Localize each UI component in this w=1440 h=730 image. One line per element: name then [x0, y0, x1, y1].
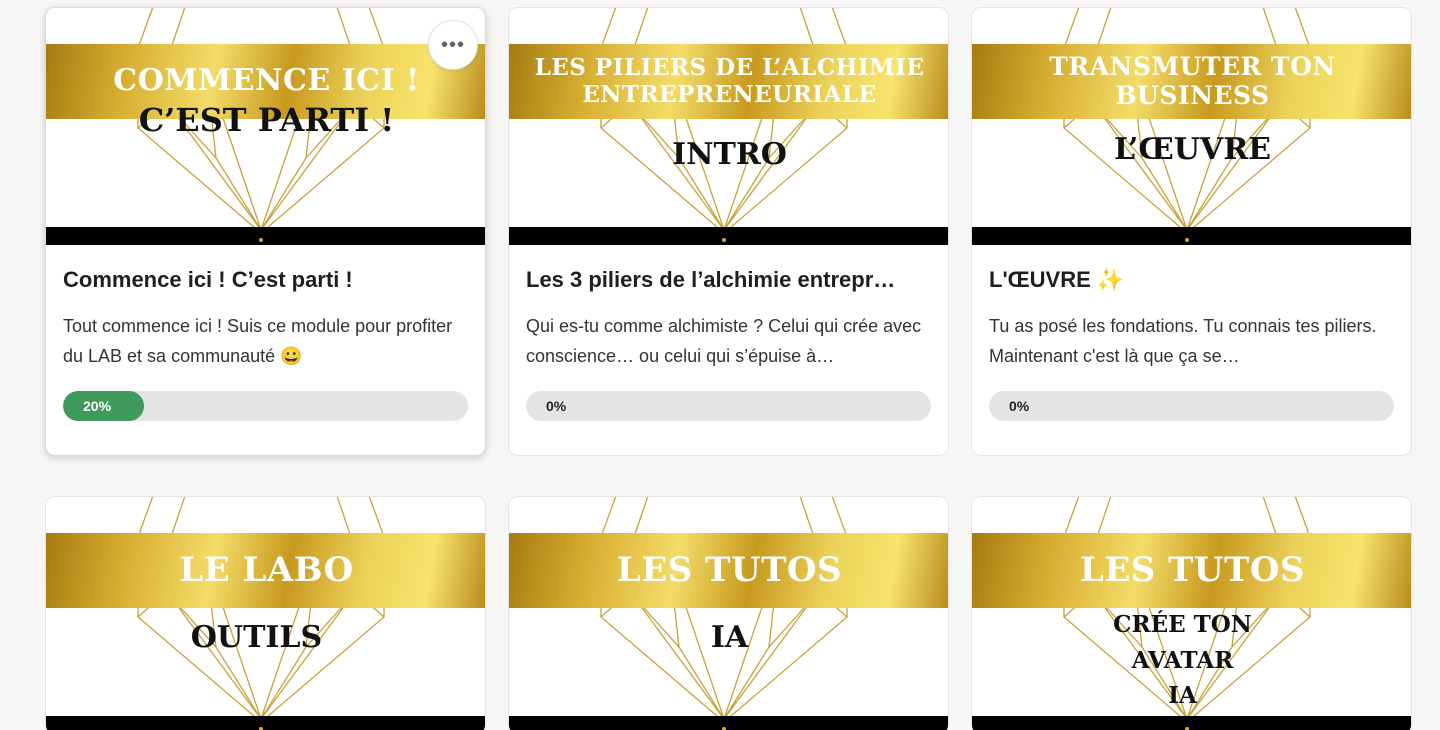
banner-text: LES TUTOS: [1079, 549, 1306, 590]
subtitle-text: INTRO: [672, 137, 787, 172]
progress-bar: 0%: [526, 391, 931, 421]
course-description: Tout commence ici ! Suis ce module pour …: [63, 316, 453, 366]
banner-text: COMMENCE ICI !: [113, 63, 420, 99]
card-menu-button[interactable]: •••: [428, 20, 478, 70]
course-card[interactable]: TRANSMUTER TON BUSINESS L’ŒUVRE L'ŒUVRE …: [971, 7, 1412, 456]
subtitle-text: IA: [1168, 682, 1197, 710]
subtitle-text: AVATAR: [1131, 646, 1234, 674]
thumbnail-banner: LES TUTOS: [972, 533, 1411, 608]
course-thumbnail: LES TUTOS IA: [509, 497, 948, 730]
course-thumbnail: TRANSMUTER TON BUSINESS L’ŒUVRE: [972, 8, 1411, 245]
subtitle-text: C’EST PARTI !: [138, 101, 395, 139]
thumbnail-banner: TRANSMUTER TON BUSINESS: [972, 44, 1411, 119]
thumbnail-bottom-bar: [972, 227, 1411, 245]
subtitle-text: OUTILS: [190, 620, 323, 655]
course-card[interactable]: LES TUTOS IA: [508, 496, 949, 730]
thumbnail-banner: LES TUTOS: [509, 533, 948, 608]
gold-heart-decoration: [137, 497, 385, 723]
thumbnail-subtitle: INTRO: [509, 137, 948, 173]
progress-bar: 0%: [989, 391, 1394, 421]
banner-text: TRANSMUTER TON BUSINESS: [1049, 51, 1336, 110]
subtitle-text: CRÉE TON: [1113, 611, 1252, 638]
course-title[interactable]: Commence ici ! C’est parti !: [63, 267, 468, 293]
banner-text: LES PILIERS DE L’ALCHIMIE: [534, 54, 925, 82]
thumbnail-bottom-bar: [972, 716, 1411, 730]
banner-text: ENTREPRENEURIALE: [582, 80, 877, 108]
course-thumbnail: LES TUTOS CRÉE TON AVATAR IA: [972, 497, 1411, 730]
course-title[interactable]: L'ŒUVRE ✨: [989, 267, 1394, 293]
thumbnail-banner: LES PILIERS DE L’ALCHIMIE ENTREPRENEURIA…: [509, 44, 948, 119]
course-description: Qui es-tu comme alchimiste ? Celui qui c…: [526, 316, 922, 366]
subtitle-text: L’ŒUVRE: [1114, 132, 1271, 167]
thumbnail-subtitle: L’ŒUVRE: [972, 132, 1411, 168]
banner-text: LE LABO: [179, 549, 354, 590]
course-description: Tu as posé les fondations. Tu connais te…: [989, 316, 1377, 366]
ellipsis-icon: •••: [440, 33, 465, 56]
subtitle-text: IA: [710, 620, 749, 655]
progress-label: 0%: [1009, 398, 1030, 414]
course-card[interactable]: LES PILIERS DE L’ALCHIMIE ENTREPRENEURIA…: [508, 7, 949, 456]
thumbnail-subtitle: CRÉE TON AVATAR IA: [972, 607, 1411, 714]
course-thumbnail: LE LABO OUTILS: [46, 497, 485, 730]
thumbnail-bottom-bar: [509, 227, 948, 245]
thumbnail-subtitle: OUTILS: [46, 620, 485, 656]
thumbnail-bottom-bar: [509, 716, 948, 730]
course-card[interactable]: LES TUTOS CRÉE TON AVATAR IA: [971, 496, 1412, 730]
thumbnail-banner: LE LABO: [46, 533, 485, 608]
course-title[interactable]: Les 3 piliers de l’alchimie entrepr…: [526, 267, 931, 293]
thumbnail-bottom-bar: [46, 716, 485, 730]
course-card[interactable]: COMMENCE ICI ! C’EST PARTI ! ••• Commenc…: [45, 7, 486, 456]
course-thumbnail: COMMENCE ICI ! C’EST PARTI ! •••: [46, 8, 485, 245]
course-card[interactable]: LE LABO OUTILS: [45, 496, 486, 730]
banner-text: LES TUTOS: [616, 549, 843, 590]
thumbnail-subtitle: C’EST PARTI !: [46, 102, 485, 139]
thumbnail-subtitle: IA: [509, 620, 948, 656]
gold-heart-decoration: [600, 497, 848, 723]
thumbnail-bottom-bar: [46, 227, 485, 245]
progress-bar: 20%: [63, 391, 468, 421]
course-thumbnail: LES PILIERS DE L’ALCHIMIE ENTREPRENEURIA…: [509, 8, 948, 245]
progress-label: 20%: [83, 398, 112, 414]
progress-label: 0%: [546, 398, 567, 414]
